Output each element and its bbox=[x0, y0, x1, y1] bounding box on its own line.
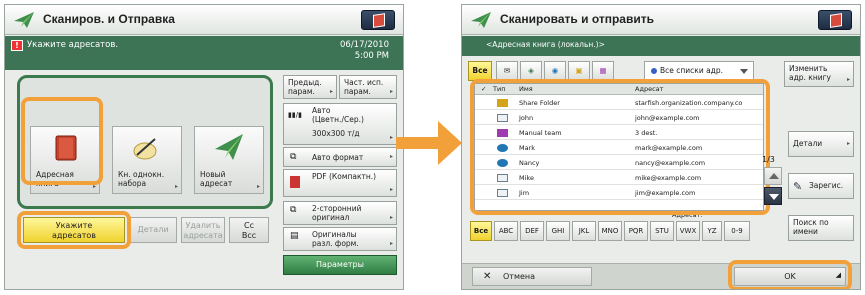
scroll-down-button[interactable] bbox=[764, 187, 782, 205]
file-format-button[interactable]: PDF (Компактн.) ▸ bbox=[283, 169, 397, 197]
main-menu-button[interactable] bbox=[361, 10, 395, 30]
close-icon: ✕ bbox=[483, 271, 492, 282]
status-message: Укажите адресатов. bbox=[27, 40, 119, 50]
mixed-originals-button[interactable]: ▤ Оригиналы разл. форм. ▸ bbox=[283, 227, 397, 251]
register-button[interactable]: ✎ Зарегис. bbox=[788, 173, 854, 199]
one-touch-tile[interactable]: Кн. однокн. набора ▸ bbox=[112, 126, 182, 194]
arrow-down-icon bbox=[769, 194, 779, 200]
highlight-specify bbox=[17, 211, 131, 249]
index-all-button[interactable]: Все bbox=[470, 221, 492, 241]
color-mode-icon: ▮▮/▮ bbox=[288, 111, 302, 119]
chevron-down-icon bbox=[740, 69, 748, 74]
mixed-sizes-icon: ▤ bbox=[290, 231, 299, 241]
previous-settings-button[interactable]: Предыд. парам. ▸ bbox=[283, 75, 337, 99]
date-text: 06/17/2010 bbox=[340, 40, 389, 50]
paper-plane-icon bbox=[215, 134, 243, 160]
filter-ifax-button[interactable]: ◈ bbox=[520, 61, 542, 81]
address-book-screen: Сканировать и отправить <Адресная книга … bbox=[461, 4, 861, 290]
home-cube-icon bbox=[373, 13, 385, 28]
email-icon: ✉ bbox=[503, 66, 511, 75]
arrow-up-icon bbox=[769, 173, 779, 179]
radio-dot-icon bbox=[651, 68, 657, 74]
scan-send-screen: Сканиров. и Отправка ! Укажите адресатов… bbox=[4, 4, 404, 290]
filter-fax-button[interactable]: ◉ bbox=[544, 61, 566, 81]
address-list-dropdown[interactable]: Все списки адр. bbox=[644, 61, 754, 81]
pen-icon: ✎ bbox=[793, 180, 803, 193]
pdf-icon bbox=[290, 176, 300, 188]
tile-label: Новый адресат bbox=[200, 170, 233, 188]
date-time: 06/17/2010 5:00 PM bbox=[340, 40, 389, 62]
frequent-settings-button[interactable]: Част. исп. парам. ▸ bbox=[339, 75, 397, 99]
tile-label: Кн. однокн. набора bbox=[118, 170, 165, 188]
scroll-up-button[interactable] bbox=[764, 167, 782, 185]
ifax-icon: ◈ bbox=[528, 66, 534, 75]
page-title: Сканиров. и Отправка bbox=[43, 12, 175, 26]
paper-plane-icon bbox=[471, 12, 491, 28]
index-jkl-button[interactable]: JKL bbox=[572, 221, 596, 241]
chevron-icon: ▸ bbox=[174, 183, 178, 190]
filter-email-button[interactable]: ✉ bbox=[496, 61, 518, 81]
index-vwx-button[interactable]: VWX bbox=[676, 221, 700, 241]
new-destination-tile[interactable]: Новый адресат ▸ bbox=[194, 126, 264, 194]
duplex-original-button[interactable]: ⧉ 2-сторонний оригинал ▸ bbox=[283, 201, 397, 225]
transition-arrow-icon bbox=[396, 121, 462, 165]
filter-group-button[interactable]: ▦ bbox=[592, 61, 614, 81]
highlight-ok bbox=[728, 260, 852, 289]
index-stu-button[interactable]: STU bbox=[650, 221, 674, 241]
page-title: Сканировать и отправить bbox=[500, 12, 654, 26]
time-text: 5:00 PM bbox=[354, 51, 389, 61]
cc-bcc-button[interactable]: Cc Bcc bbox=[229, 217, 269, 243]
duplex-icon: ⧉ bbox=[290, 205, 297, 215]
folder-icon: ▣ bbox=[575, 66, 583, 75]
paper-plane-icon bbox=[14, 12, 34, 28]
filter-all-button[interactable]: Все bbox=[468, 61, 492, 81]
highlight-address-list bbox=[470, 79, 770, 215]
filter-folder-button[interactable]: ▣ bbox=[568, 61, 590, 81]
pen-icon bbox=[133, 138, 157, 160]
index-mno-button[interactable]: MNO bbox=[598, 221, 622, 241]
main-menu-button[interactable] bbox=[818, 10, 852, 30]
subtitle-bar: <Адресная книга (локальн.)> bbox=[462, 36, 860, 56]
details-button[interactable]: Детали ▸ bbox=[788, 131, 854, 157]
warning-icon: ! bbox=[11, 40, 23, 51]
index-pqr-button[interactable]: PQR bbox=[624, 221, 648, 241]
scan-size-button[interactable]: ⧉ Авто формат ▸ bbox=[283, 147, 397, 167]
group-icon: ▦ bbox=[599, 66, 607, 75]
status-bar: ! Укажите адресатов. 06/17/2010 5:00 PM bbox=[5, 36, 403, 70]
address-book-subtitle: <Адресная книга (локальн.)> bbox=[486, 40, 605, 49]
page-indicator: 1/3 bbox=[762, 155, 775, 164]
index-abc-button[interactable]: ABC bbox=[494, 221, 518, 241]
change-address-book-button[interactable]: Изменить адр. книгу ▸ bbox=[784, 61, 854, 87]
title-bar: Сканировать и отправить bbox=[462, 5, 860, 35]
index-digits-button[interactable]: 0-9 bbox=[724, 221, 750, 241]
search-by-name-button[interactable]: Поиск по имени bbox=[788, 215, 854, 241]
cancel-button[interactable]: ✕ Отмена bbox=[472, 267, 592, 286]
page-size-icon: ⧉ bbox=[290, 152, 297, 162]
color-mode-button[interactable]: ▮▮/▮ Авто (Цветн./Сер.) 300x300 т/д ▸ bbox=[283, 103, 397, 145]
chevron-icon: ▸ bbox=[256, 183, 260, 190]
index-def-button[interactable]: DEF bbox=[520, 221, 544, 241]
delete-destination-button[interactable]: Удалить адресата bbox=[181, 217, 225, 243]
highlight-address-book bbox=[21, 97, 103, 185]
index-ghi-button[interactable]: GHI bbox=[546, 221, 570, 241]
fax-icon: ◉ bbox=[551, 66, 559, 75]
options-button[interactable]: Параметры bbox=[283, 255, 397, 275]
title-bar: Сканиров. и Отправка bbox=[5, 5, 403, 35]
details-button[interactable]: Детали bbox=[129, 217, 177, 243]
index-yz-button[interactable]: YZ bbox=[702, 221, 722, 241]
home-cube-icon bbox=[830, 13, 842, 28]
